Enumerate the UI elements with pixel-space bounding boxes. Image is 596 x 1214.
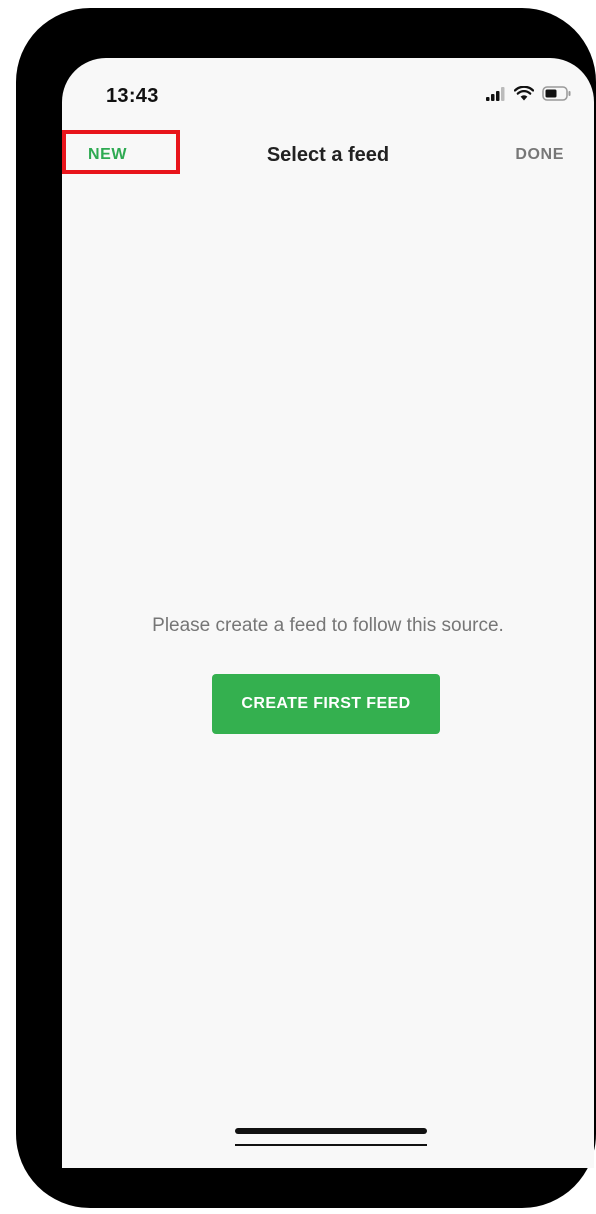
status-time: 13:43 <box>106 85 159 107</box>
bottom-divider <box>235 1144 427 1146</box>
battery-icon <box>542 86 571 101</box>
status-icons <box>486 86 572 101</box>
silent-switch <box>28 208 38 252</box>
done-button[interactable]: DONE <box>515 146 564 164</box>
navigation-bar: NEW Select a feed DONE <box>62 130 594 180</box>
page-title: Select a feed <box>266 144 390 166</box>
signal-icon <box>486 86 505 101</box>
status-bar: 13:43 <box>62 58 594 130</box>
app-screen: 13:43 NEW Select a feed DONE Please crea… <box>62 58 594 1168</box>
empty-state-message: Please create a feed to follow this sour… <box>152 615 504 636</box>
create-first-feed-button[interactable]: CREATE FIRST FEED <box>212 674 440 734</box>
volume-up-button <box>28 298 38 384</box>
volume-down-button <box>28 414 38 500</box>
home-indicator[interactable] <box>235 1128 427 1134</box>
phone-frame: 13:43 NEW Select a feed DONE Please crea… <box>16 8 596 1208</box>
wifi-icon <box>514 86 534 101</box>
